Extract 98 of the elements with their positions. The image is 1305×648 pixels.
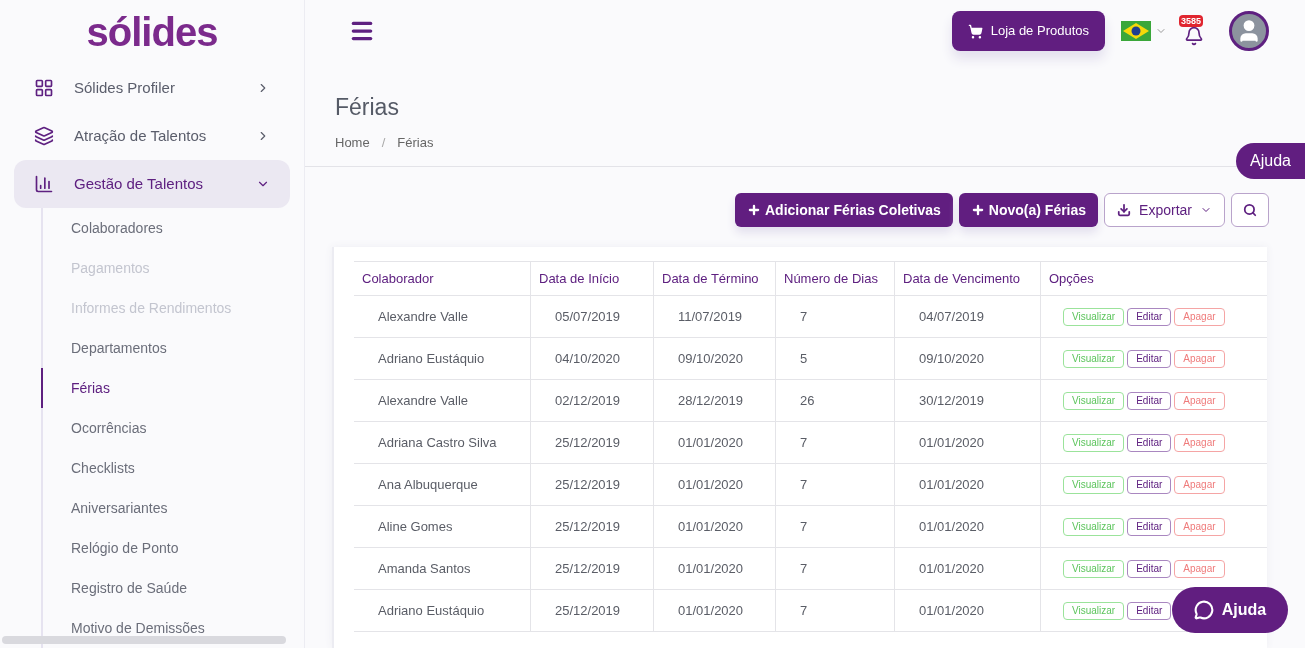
submenu-item[interactable]: Colaboradores (41, 208, 290, 248)
add-button[interactable]: Novo(a) Férias (958, 193, 1099, 227)
edit-button[interactable]: Editar (1127, 475, 1172, 494)
table-cell-text: Aline Gomes (377, 517, 454, 536)
logo: sólides (86, 12, 218, 52)
table-cell: 04/10/2020 (530, 338, 653, 379)
table-cell: 7 (775, 506, 894, 547)
delete-button[interactable]: Apagar (1174, 391, 1225, 410)
submenu-item[interactable]: Relógio de Ponto (41, 528, 290, 568)
submenu-item[interactable]: Departamentos (41, 328, 290, 368)
export-button[interactable]: Exportar (1104, 193, 1225, 227)
table-cell: 7 (775, 590, 894, 631)
table-cell: 25/12/2019 (530, 422, 653, 463)
column-header[interactable]: Opções (1040, 262, 1261, 295)
table-cell: 01/01/2020 (894, 590, 1040, 631)
table-cell: 01/01/2020 (894, 464, 1040, 505)
column-header[interactable]: Número de Dias (775, 262, 894, 295)
breadcrumb-item[interactable]: Home (335, 132, 370, 152)
delete-button[interactable]: Apagar (1174, 433, 1225, 452)
help-chat-button[interactable]: Ajuda (1172, 587, 1288, 633)
table-cell: 11/07/2019 (653, 296, 775, 337)
submenu-item[interactable]: Checklists (41, 448, 290, 488)
scrollbar[interactable] (2, 636, 286, 644)
brazil-flag-icon[interactable] (1121, 21, 1151, 41)
table-cell-text: Alexandre Valle (377, 391, 470, 410)
nav-icon (34, 174, 54, 194)
table-cell-text: Adriano Eustáquio (377, 349, 486, 368)
table-cell: 01/01/2020 (894, 422, 1040, 463)
table-cell: 09/10/2020 (894, 338, 1040, 379)
breadcrumb-item: Férias (397, 133, 434, 152)
cart-icon (967, 23, 983, 39)
notifications-button[interactable]: 3585 (1179, 16, 1209, 46)
table-cell: 09/10/2020 (653, 338, 775, 379)
submenu-item[interactable]: Registro de Saúde (41, 568, 290, 608)
table-cell-text: Adriana Castro Silva (377, 433, 498, 452)
table-cell: 02/12/2019 (530, 380, 653, 421)
table-cell-text: Alexandre Valle (377, 307, 470, 326)
table-cell: 25/12/2019 (530, 464, 653, 505)
delete-button[interactable]: Apagar (1174, 517, 1225, 536)
table-cell: 05/07/2019 (530, 296, 653, 337)
edit-button[interactable]: Editar (1127, 601, 1172, 620)
table-cell: 01/01/2020 (653, 506, 775, 547)
delete-button[interactable]: Apagar (1174, 349, 1225, 368)
page-title: Férias (335, 93, 400, 122)
edit-button[interactable]: Editar (1127, 307, 1172, 326)
table-cell: 30/12/2019 (894, 380, 1040, 421)
column-header[interactable]: Data de Início (530, 262, 653, 295)
table-cell: 7 (775, 464, 894, 505)
store-button[interactable]: Loja de Produtos (951, 11, 1105, 51)
avatar[interactable] (1229, 11, 1269, 51)
plus-icon (747, 203, 761, 217)
add-button[interactable]: Adicionar Férias Coletivas (735, 193, 953, 227)
table-cell: 01/01/2020 (653, 590, 775, 631)
breadcrumb-separator: / (381, 133, 386, 152)
delete-button[interactable]: Apagar (1174, 475, 1225, 494)
submenu-item[interactable]: Férias (41, 368, 290, 408)
table-cell: 7 (775, 296, 894, 337)
nav-item[interactable]: Sólides Profiler (14, 64, 290, 112)
download-icon (1117, 203, 1132, 217)
table-cell: 7 (775, 548, 894, 589)
submenu-item[interactable]: Ocorrências (41, 408, 290, 448)
table-cell: 28/12/2019 (653, 380, 775, 421)
table-cell: 01/01/2020 (653, 548, 775, 589)
edit-button[interactable]: Editar (1127, 559, 1172, 578)
submenu-item[interactable]: Motivo de Demissões (41, 608, 290, 648)
nav-icon (34, 78, 54, 98)
delete-button[interactable]: Apagar (1174, 559, 1225, 578)
table-cell: 25/12/2019 (530, 506, 653, 547)
column-header[interactable]: Colaborador (354, 262, 530, 295)
table-cell: 04/07/2019 (894, 296, 1040, 337)
table-cell-text: Adriano Eustáquio (377, 601, 486, 620)
table-cell: 01/01/2020 (894, 506, 1040, 547)
edit-button[interactable]: Editar (1127, 433, 1172, 452)
edit-button[interactable]: Editar (1127, 391, 1172, 410)
search-button[interactable] (1231, 193, 1269, 227)
help-tab[interactable]: Ajuda (1236, 143, 1305, 179)
table-cell-text: Amanda Santos (377, 559, 472, 578)
nav-item[interactable]: Atração de Talentos (14, 112, 290, 160)
table-cell: 01/01/2020 (653, 464, 775, 505)
table-cell: 7 (775, 422, 894, 463)
table-cell: 01/01/2020 (653, 422, 775, 463)
table-cell: 25/12/2019 (530, 590, 653, 631)
table-cell: 25/12/2019 (530, 548, 653, 589)
nav-icon (34, 126, 54, 146)
table-cell: 26 (775, 380, 894, 421)
edit-button[interactable]: Editar (1127, 517, 1172, 536)
table-cell-text: Ana Albuquerque (377, 475, 479, 494)
column-header[interactable]: Data de Término (653, 262, 775, 295)
edit-button[interactable]: Editar (1127, 349, 1172, 368)
submenu-item[interactable]: Aniversariantes (41, 488, 290, 528)
speech-bubble-icon (1193, 600, 1214, 620)
plus-icon (970, 203, 985, 217)
delete-button[interactable]: Apagar (1174, 307, 1225, 326)
search-icon (1243, 203, 1257, 217)
table-cell: 01/01/2020 (894, 548, 1040, 589)
nav-item[interactable]: Gestão de Talentos (14, 160, 290, 208)
table-cell: 5 (775, 338, 894, 379)
column-header[interactable]: Data de Vencimento (894, 262, 1040, 295)
